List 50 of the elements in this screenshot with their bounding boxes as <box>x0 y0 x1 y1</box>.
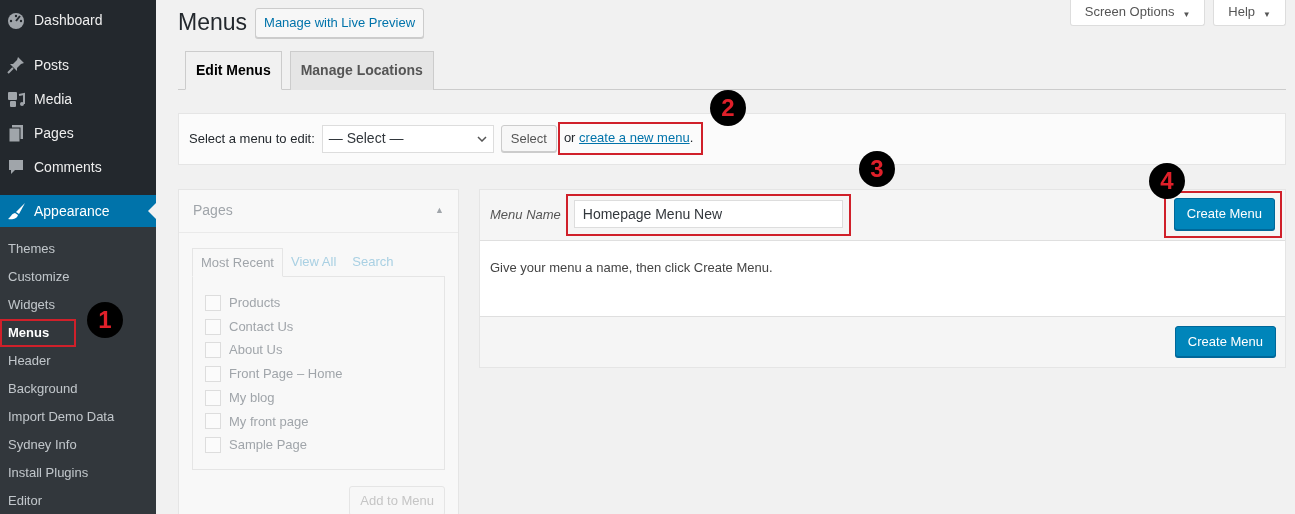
checkbox-label: Contact Us <box>229 317 294 336</box>
hint-text: Give your menu a name, then click Create Menu. <box>490 259 773 275</box>
select-button[interactable]: Select <box>500 124 557 153</box>
pin-icon <box>6 55 26 75</box>
submenu-item[interactable]: Background <box>0 375 156 403</box>
sidebar-item[interactable]: Posts <box>0 48 156 82</box>
comment-icon <box>6 157 26 177</box>
caret-icon: ▼ <box>1182 9 1191 21</box>
menu-select[interactable]: — Select — <box>321 124 494 153</box>
sidebar-item[interactable]: Media <box>0 82 156 116</box>
create-menu-button[interactable]: Create Menu <box>1173 198 1275 230</box>
checkbox-label: Products <box>229 294 281 313</box>
chevron-icon <box>476 135 487 142</box>
caret-icon: ▼ <box>1263 9 1271 21</box>
field-label: Menu Name <box>490 205 561 224</box>
submenu-item[interactable]: Customize <box>0 263 156 291</box>
submenu-item[interactable]: Themes <box>0 235 156 263</box>
pages-icon <box>6 123 26 143</box>
menu-name-field[interactable]: Homepage Menu New <box>573 199 843 228</box>
tab[interactable]: Manage Locations <box>289 50 434 90</box>
create-menu-sentence: or create a new menu. <box>563 128 694 147</box>
step-marker: 3 <box>859 151 895 187</box>
sidebar-item[interactable]: Pages <box>0 116 156 150</box>
checkbox-label: My blog <box>229 388 275 407</box>
submenu-item[interactable]: Sydney Info <box>0 431 156 459</box>
step-marker: 2 <box>710 90 746 126</box>
gauge-icon <box>6 10 26 30</box>
menu-pointer <box>148 203 156 219</box>
submenu-item[interactable]: Menus <box>0 319 76 347</box>
sidebar-item[interactable]: Comments <box>0 150 156 184</box>
page-title: Menus <box>178 8 248 37</box>
media-icon <box>6 89 26 109</box>
tab[interactable]: Edit Menus <box>185 50 282 90</box>
checkbox-label: Front Page – Home <box>229 365 343 384</box>
panel-title: Pages <box>193 201 233 220</box>
submenu-item[interactable]: Editor <box>0 487 156 514</box>
dropdown-button[interactable]: Screen Options ▼ <box>1069 0 1206 26</box>
create-menu-link[interactable]: create a new menu <box>579 129 690 145</box>
checkbox-label: About Us <box>229 341 283 360</box>
submenu-item[interactable]: Import Demo Data <box>0 403 156 431</box>
create-menu-button[interactable]: Create Menu <box>1174 325 1276 358</box>
dropdown-button[interactable]: Help ▼ <box>1213 0 1286 26</box>
live-preview-button[interactable]: Manage with Live Preview <box>255 8 425 38</box>
field-label: Select a menu to edit: <box>189 129 315 148</box>
sidebar-item[interactable]: Appearance <box>0 195 156 227</box>
sidebar-item[interactable]: Dashboard <box>0 3 156 37</box>
submenu-item[interactable]: Header <box>0 347 156 375</box>
submenu-item[interactable]: Install Plugins <box>0 459 156 487</box>
checkbox-label: My front page <box>229 412 309 431</box>
checkbox-label: Sample Page <box>229 436 308 455</box>
